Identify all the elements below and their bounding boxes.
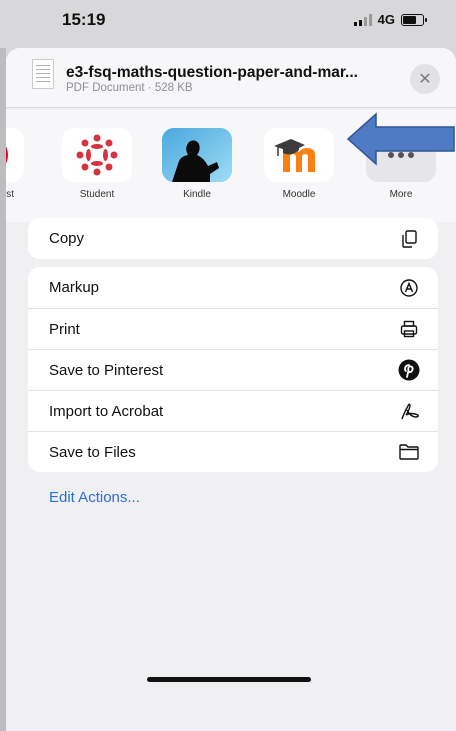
pinterest-icon	[398, 359, 420, 381]
student-app-icon	[62, 128, 132, 182]
actions-group-copy: Copy	[28, 218, 438, 259]
app-label: Moodle	[282, 189, 316, 200]
app-pinterest[interactable]: est	[6, 128, 24, 200]
home-indicator[interactable]	[147, 677, 311, 682]
action-save-to-files[interactable]: Save to Files	[28, 431, 438, 472]
action-label: Print	[49, 320, 80, 338]
actions-group-main: Markup Print Save to Pinterest Import to…	[28, 267, 438, 472]
action-label: Save to Pinterest	[49, 361, 164, 379]
action-import-to-acrobat[interactable]: Import to Acrobat	[28, 390, 438, 431]
app-label: Kindle	[183, 189, 211, 200]
print-icon	[398, 318, 420, 340]
action-copy[interactable]: Copy	[28, 218, 438, 259]
copy-icon	[398, 228, 420, 250]
close-button[interactable]: ✕	[410, 64, 440, 94]
action-label: Copy	[49, 230, 85, 247]
moodle-icon	[264, 128, 334, 182]
app-label: Student	[79, 189, 115, 200]
app-kindle[interactable]: Kindle	[162, 128, 232, 200]
folder-icon	[398, 441, 420, 463]
file-header: e3-fsq-maths-question-paper-and-mar... P…	[6, 48, 456, 108]
file-subtitle: PDF Document · 528 KB	[66, 82, 193, 94]
battery-icon	[401, 13, 427, 26]
app-moodle[interactable]: Moodle	[264, 128, 334, 200]
close-icon: ✕	[418, 71, 432, 88]
document-thumbnail-icon	[32, 59, 54, 89]
action-label: Markup	[49, 279, 100, 296]
signal-icon	[353, 13, 372, 26]
kindle-icon	[162, 128, 232, 182]
action-markup[interactable]: Markup	[28, 267, 438, 308]
pinterest-icon	[6, 128, 24, 182]
app-student[interactable]: Student	[62, 128, 132, 200]
app-label: More	[389, 189, 413, 200]
status-indicators: 4G	[353, 12, 427, 27]
action-label: Save to Files	[49, 443, 136, 461]
edit-actions-link[interactable]: Edit Actions...	[49, 489, 140, 506]
file-title: e3-fsq-maths-question-paper-and-mar...	[66, 64, 358, 81]
action-save-to-pinterest[interactable]: Save to Pinterest	[28, 349, 438, 390]
app-label: est	[6, 189, 14, 200]
acrobat-icon	[398, 400, 420, 422]
markup-icon	[398, 277, 420, 299]
network-label: 4G	[377, 12, 395, 27]
status-time: 15:19	[62, 10, 106, 29]
arrow-annotation-icon	[346, 112, 455, 166]
action-print[interactable]: Print	[28, 308, 438, 349]
action-label: Import to Acrobat	[49, 402, 164, 420]
